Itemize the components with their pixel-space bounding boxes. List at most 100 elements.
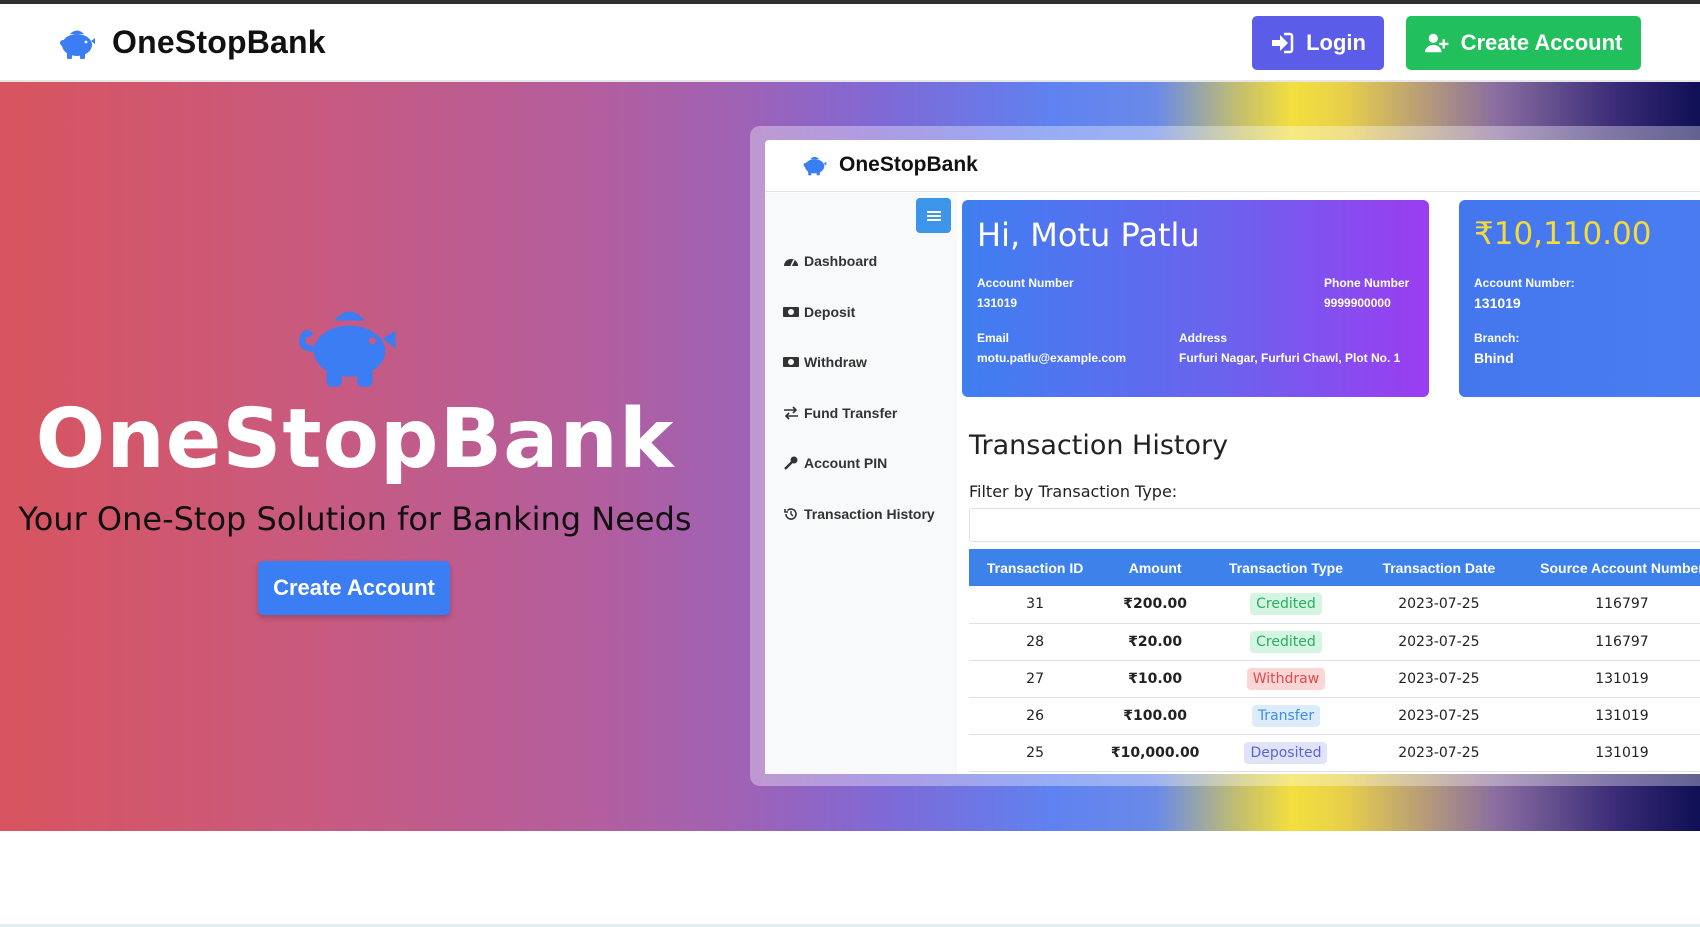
branch-label: Branch: [1474, 331, 1520, 345]
cell-type: Credited [1209, 623, 1363, 661]
hamburger-icon [926, 210, 941, 221]
history-icon [784, 508, 797, 520]
piggy-bank-icon [803, 156, 827, 176]
type-badge: Deposited [1244, 741, 1328, 764]
transaction-table: Transaction ID Amount Transaction Type T… [969, 549, 1700, 772]
account-number-value: 131019 [977, 296, 1018, 310]
table-row: 31 ₹200.00 Credited 2023-07-25 116797 [969, 586, 1700, 624]
sidebar-item-label: Deposit [804, 304, 856, 320]
brand-name: OneStopBank [112, 24, 326, 60]
history-title: Transaction History [969, 430, 1229, 461]
column-header: Transaction ID [969, 549, 1102, 586]
phone-value: 9999900000 [1324, 296, 1391, 310]
transaction-type-filter[interactable] [969, 508, 1700, 542]
cell-type: Credited [1209, 586, 1363, 624]
cell-id: 28 [969, 623, 1102, 661]
cell-id: 31 [969, 586, 1102, 624]
dashboard-preview: OneStopBank Dashboard Deposit Withdraw F… [765, 140, 1700, 774]
user-plus-icon [1424, 33, 1448, 53]
cell-date: 2023-07-25 [1362, 586, 1515, 624]
phone-label: Phone Number [1324, 276, 1410, 290]
cell-id: 25 [969, 734, 1102, 772]
piggy-bank-icon [60, 30, 95, 59]
table-row: 27 ₹10.00 Withdraw 2023-07-25 131019 [969, 660, 1700, 698]
preview-brand-name: OneStopBank [839, 153, 978, 176]
piggy-bank-icon [299, 311, 396, 387]
sidebar-item-label: Withdraw [804, 354, 867, 370]
money-icon [783, 357, 799, 367]
cell-type: Transfer [1209, 697, 1363, 735]
cell-type: Withdraw [1209, 660, 1363, 698]
sign-in-icon [1272, 32, 1294, 54]
type-badge: Transfer [1251, 704, 1321, 727]
sidebar-item-dashboard[interactable]: Dashboard [783, 253, 877, 269]
type-badge: Withdraw [1246, 667, 1326, 690]
sidebar-item-transaction-history[interactable]: Transaction History [783, 506, 935, 522]
cell-amount: ₹100.00 [1101, 697, 1210, 735]
hero-subtitle: Your One-Stop Solution for Banking Needs [18, 500, 692, 538]
sidebar-item-label: Transaction History [804, 506, 935, 522]
balance-account-label: Account Number: [1474, 276, 1575, 290]
email-label: Email [977, 331, 1010, 345]
sidebar-item-account-pin[interactable]: Account PIN [783, 455, 887, 471]
column-header: Amount [1101, 549, 1210, 586]
preview-brand: OneStopBank [801, 153, 978, 177]
sidebar-item-withdraw[interactable]: Withdraw [783, 354, 867, 370]
column-header: Transaction Date [1362, 549, 1515, 586]
table-row: 28 ₹20.00 Credited 2023-07-25 116797 [969, 623, 1700, 661]
address-label: Address [1179, 331, 1228, 345]
cell-amount: ₹20.00 [1101, 623, 1210, 661]
transfer-icon [784, 406, 798, 420]
menu-toggle-button[interactable] [916, 198, 951, 233]
type-badge: Credited [1250, 593, 1322, 616]
money-icon [783, 307, 799, 317]
brand[interactable]: OneStopBank [56, 24, 326, 61]
cell-id: 27 [969, 660, 1102, 698]
sidebar-item-label: Dashboard [804, 253, 878, 269]
table-row: 25 ₹10,000.00 Deposited 2023-07-25 13101… [969, 734, 1700, 772]
sidebar-item-label: Fund Transfer [804, 405, 898, 421]
cell-source: 131019 [1514, 697, 1700, 735]
cell-date: 2023-07-25 [1362, 697, 1515, 735]
column-header: Source Account Number [1514, 549, 1700, 586]
cell-amount: ₹10.00 [1101, 660, 1210, 698]
cell-date: 2023-07-25 [1362, 623, 1515, 661]
cell-type: Deposited [1209, 734, 1363, 772]
create-account-button[interactable]: Create Account [1406, 16, 1641, 70]
table-row: 26 ₹100.00 Transfer 2023-07-25 131019 [969, 697, 1700, 735]
type-badge: Credited [1250, 630, 1322, 653]
sidebar-item-fund-transfer[interactable]: Fund Transfer [783, 405, 897, 421]
column-header: Transaction Type [1209, 549, 1363, 586]
sidebar-item-label: Account PIN [804, 455, 888, 471]
preview-sidebar: Dashboard Deposit Withdraw Fund Transfer… [765, 193, 957, 774]
filter-label: Filter by Transaction Type: [969, 482, 1178, 501]
balance-card: ₹10,110.00 Account Number: 131019 Branch… [1459, 200, 1700, 397]
cell-source: 131019 [1514, 660, 1700, 698]
hero-section: OneStopBank Your One-Stop Solution for B… [0, 82, 1700, 831]
cell-date: 2023-07-25 [1362, 734, 1515, 772]
balance-amount: ₹10,110.00 [1474, 216, 1652, 252]
cell-source: 116797 [1514, 623, 1700, 661]
login-button[interactable]: Login [1252, 16, 1384, 70]
branch-value: Bhind [1474, 350, 1514, 366]
cell-date: 2023-07-25 [1362, 660, 1515, 698]
login-label: Login [1306, 30, 1366, 55]
dashboard-icon [784, 259, 798, 267]
preview-navbar: OneStopBank [765, 140, 1700, 192]
hero-create-account-button[interactable]: Create Account [258, 561, 450, 615]
create-account-label: Create Account [1460, 30, 1623, 55]
navbar: OneStopBank Login Create Account [0, 4, 1700, 82]
greeting: Hi, Motu Patlu [977, 216, 1200, 254]
profile-card: Hi, Motu Patlu Account Number 131019 Pho… [962, 200, 1429, 397]
table-header-row: Transaction ID Amount Transaction Type T… [969, 549, 1700, 586]
account-number-label: Account Number [977, 276, 1074, 290]
email-value: motu.patlu@example.com [977, 351, 1127, 365]
address-value: Furfuri Nagar, Furfuri Chawl, Plot No. 1 [1179, 351, 1401, 365]
key-icon [784, 456, 798, 470]
sidebar-item-deposit[interactable]: Deposit [783, 304, 855, 320]
cell-id: 26 [969, 697, 1102, 735]
cell-source: 116797 [1514, 586, 1700, 624]
hero-title: OneStopBank [35, 392, 675, 487]
cell-amount: ₹10,000.00 [1101, 734, 1210, 772]
cell-amount: ₹200.00 [1101, 586, 1210, 624]
